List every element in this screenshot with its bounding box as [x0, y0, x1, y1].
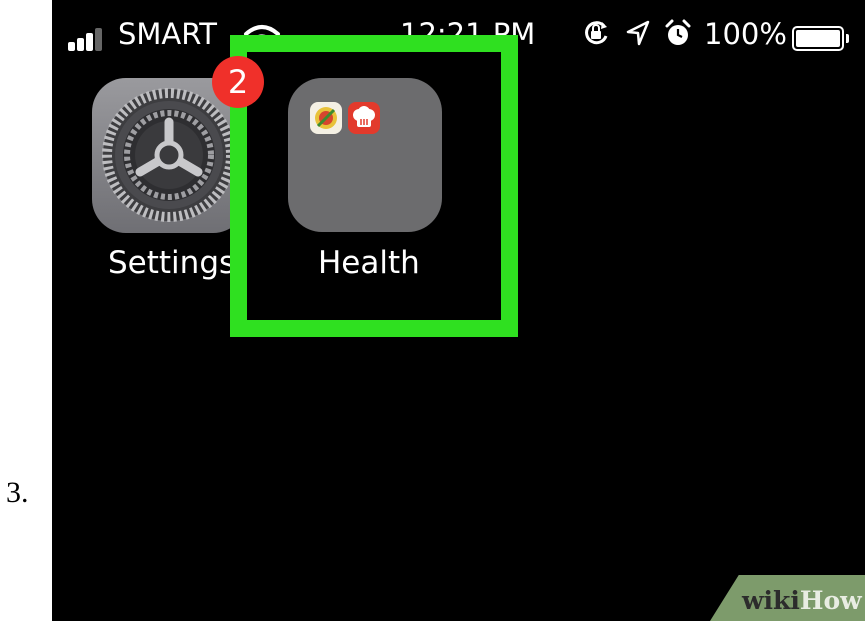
notification-badge: 2 [212, 56, 264, 108]
location-icon [626, 20, 650, 46]
signal-icon [68, 27, 108, 51]
rotation-lock-icon [585, 21, 608, 45]
wikihow-watermark: wikiHow [742, 586, 862, 615]
battery-icon [792, 26, 849, 51]
settings-app-label: Settings [108, 245, 236, 281]
highlight-box [230, 35, 518, 337]
carrier-name: SMART [118, 17, 218, 51]
alarm-icon [665, 19, 691, 45]
battery-percent: 100% [704, 17, 787, 51]
phone-screen: SMART 12:21 PM 100% Settings Health 2 wi… [52, 0, 865, 621]
settings-app[interactable]: Settings [92, 78, 252, 288]
step-number: 3. [6, 476, 29, 509]
